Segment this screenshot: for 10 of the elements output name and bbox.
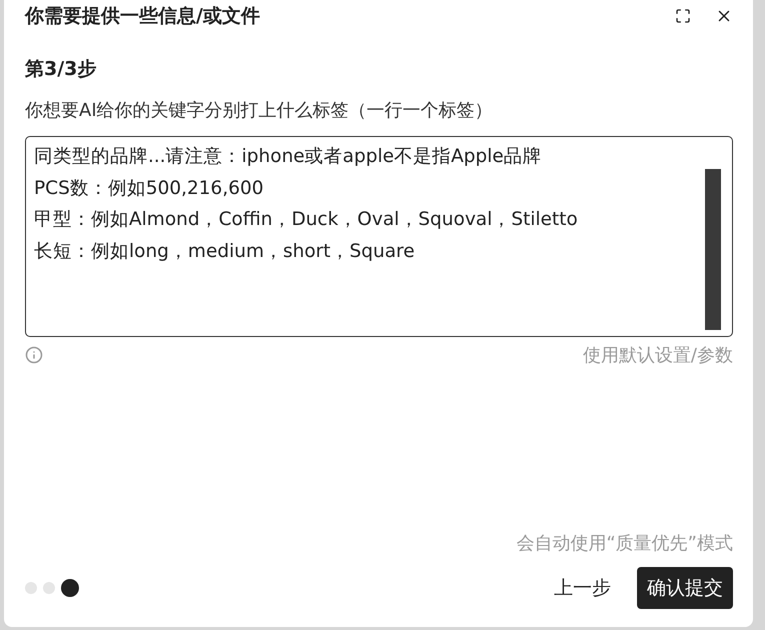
fullscreen-icon[interactable]	[675, 8, 691, 24]
prompt-text: 你想要AI给你的关键字分别打上什么标签（一行一个标签）	[25, 99, 494, 122]
back-button[interactable]: 上一步	[544, 567, 621, 609]
tags-field[interactable]: 同类型的品牌...请注意：iphone或者apple不是指Apple品牌 PCS数：例如500,216,600 甲型：例如Almond，Coffin，Duck，Oval，Squoval，Stiletto 长短：例如long，medium，short，Square	[25, 136, 733, 337]
info-icon[interactable]	[25, 346, 43, 364]
dialog-title: 你需要提供一些信息/或文件	[25, 4, 261, 29]
step-label: 第3/3步	[25, 57, 98, 82]
mode-note: 会自动使用“质量优先”模式	[515, 532, 733, 555]
submit-button[interactable]: 确认提交	[637, 567, 733, 609]
scrollbar-thumb[interactable]	[705, 169, 721, 330]
